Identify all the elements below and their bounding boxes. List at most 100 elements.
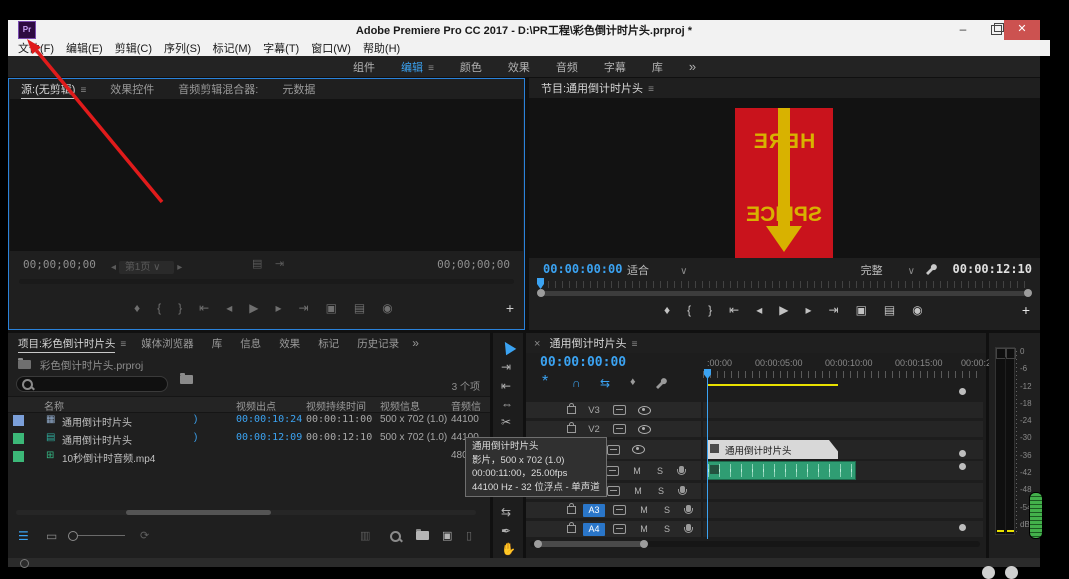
sync-lock-icon[interactable]	[606, 465, 619, 476]
timeline-hscroll-thumb[interactable]	[538, 541, 646, 547]
hand-tool[interactable]: ✋	[501, 542, 516, 556]
solo-button[interactable]: S	[662, 524, 672, 534]
slip-tool[interactable]: ⇆	[501, 505, 511, 519]
clip-name[interactable]: 通用倒计时片头	[62, 414, 132, 429]
program-time-ruler[interactable]	[541, 281, 1028, 288]
workspace-tab-editing[interactable]: 编辑 ≡	[401, 59, 434, 75]
restore-button[interactable]	[991, 23, 1004, 38]
meter-zoom-capsule[interactable]	[1029, 492, 1043, 539]
add-marker-icon[interactable]: ♦	[664, 303, 670, 317]
track-lane-a1[interactable]	[703, 461, 983, 480]
lock-icon[interactable]	[567, 422, 576, 433]
track-header-a3[interactable]: A3 M S	[526, 502, 701, 518]
track-lane-v2[interactable]	[703, 421, 983, 437]
tab-sequence[interactable]: × 通用倒计时片头 ≡	[526, 335, 649, 351]
menu-help[interactable]: 帮助(H)	[363, 40, 400, 56]
sync-lock-icon[interactable]	[613, 405, 626, 415]
list-view-button[interactable]: ☰	[18, 529, 29, 543]
track-height-handle[interactable]	[959, 463, 966, 470]
project-overflow-chevron[interactable]: »	[412, 336, 419, 350]
tab-media-browser[interactable]: 媒体浏览器	[132, 336, 203, 351]
track-height-handle[interactable]	[959, 524, 966, 531]
track-header-a4[interactable]: A4 M S	[526, 521, 701, 537]
snap-magnet-icon[interactable]: ∩	[572, 376, 581, 390]
voiceover-record-mic-icon[interactable]	[684, 505, 693, 514]
track-lane-v1[interactable]: 通用倒计时片头	[703, 440, 983, 459]
menu-file[interactable]: 文件(F)	[18, 40, 54, 56]
sort-icon[interactable]: ⟳	[140, 529, 149, 542]
label-color-chip[interactable]	[13, 415, 24, 426]
solo-button[interactable]: S	[655, 466, 665, 476]
tab-program[interactable]: 节目:通用倒计时片头 ≡	[529, 80, 666, 96]
clip-name[interactable]: 通用倒计时片头	[62, 432, 132, 447]
step-back-icon[interactable]: ◂	[756, 303, 762, 317]
source-page-selector[interactable]: ◂ 第1页 ∨ ▸	[111, 258, 182, 274]
go-to-out-icon[interactable]: ⇥	[829, 303, 839, 317]
tab-metadata[interactable]: 元数据	[270, 81, 327, 97]
mute-button[interactable]: M	[632, 466, 642, 476]
timeline-panel-menu-icon[interactable]: ≡	[632, 339, 638, 350]
track-header-v2[interactable]: V2	[526, 421, 701, 437]
project-search-input[interactable]	[16, 376, 168, 392]
track-name-a3-badge[interactable]: A3	[583, 503, 605, 517]
track-lane-a2[interactable]	[703, 483, 983, 499]
project-hscroll-thumb[interactable]	[126, 510, 271, 515]
workspace-tab-assembly[interactable]: 组件	[353, 59, 375, 75]
workspace-tab-titles[interactable]: 字幕	[604, 59, 626, 75]
track-header-v3[interactable]: V3	[526, 402, 701, 418]
mute-button[interactable]: M	[639, 505, 649, 515]
tab-markers[interactable]: 标记	[309, 336, 348, 351]
voiceover-record-mic-icon[interactable]	[677, 465, 686, 475]
sequence-tab-close-icon[interactable]: ×	[534, 338, 540, 350]
tab-libraries[interactable]: 库	[203, 336, 232, 351]
tab-source[interactable]: 源:(无剪辑) ≡	[9, 81, 98, 99]
program-zoom-select[interactable]: 适合 ∨	[627, 262, 687, 278]
export-frame-icon[interactable]: ◉	[382, 301, 392, 315]
source-button-editor-icon[interactable]: ⇥	[275, 257, 284, 270]
tab-effect-controls[interactable]: 效果控件	[98, 81, 166, 97]
step-back-icon[interactable]: ◂	[226, 301, 232, 315]
project-panel-menu-icon[interactable]: ≡	[120, 339, 126, 350]
sync-lock-icon[interactable]	[613, 524, 626, 534]
timeline-hscrollbar[interactable]	[530, 540, 980, 548]
menu-edit[interactable]: 编辑(E)	[66, 40, 103, 56]
timeline-playhead-line[interactable]	[707, 371, 708, 539]
add-marker-icon[interactable]: ♦	[134, 301, 140, 315]
icon-view-button[interactable]: ▭	[46, 529, 57, 543]
solo-button[interactable]: S	[662, 505, 672, 515]
program-scroll-handle-left[interactable]	[537, 289, 545, 297]
track-lane-a4[interactable]	[703, 521, 983, 537]
mute-button[interactable]: M	[633, 486, 643, 496]
sync-lock-icon[interactable]	[607, 486, 620, 496]
close-button[interactable]: ✕	[1004, 20, 1040, 40]
new-bin-icon[interactable]	[416, 529, 429, 543]
video-clip[interactable]: 通用倒计时片头	[707, 440, 838, 459]
source-add-button[interactable]: +	[506, 300, 514, 316]
timeline-hscroll-handle-right[interactable]	[640, 540, 648, 548]
lift-icon[interactable]: ▣	[856, 303, 867, 317]
workspace-tab-audio[interactable]: 音频	[556, 59, 578, 75]
tab-project[interactable]: 项目:彩色倒计时片头 ≡	[8, 336, 132, 353]
voiceover-record-mic-icon[interactable]	[684, 524, 693, 533]
step-forward-icon[interactable]: ▸	[275, 301, 281, 315]
program-scrollbar[interactable]	[541, 291, 1028, 296]
program-scroll-handle-right[interactable]	[1024, 289, 1032, 297]
lock-icon[interactable]	[567, 403, 576, 414]
audio-clip[interactable]	[707, 461, 856, 480]
project-hscrollbar[interactable]	[16, 510, 476, 515]
linked-selection-icon[interactable]: ⇆	[600, 376, 610, 390]
automate-to-sequence-icon[interactable]: ▥	[360, 529, 370, 542]
workspace-overflow-chevron[interactable]: »	[689, 59, 696, 74]
mark-in-icon[interactable]: {	[687, 303, 691, 317]
project-breadcrumb[interactable]: 彩色倒计时片头.prproj	[18, 358, 143, 373]
page-next-icon[interactable]: ▸	[177, 262, 182, 273]
source-scrub-bar[interactable]	[19, 279, 514, 284]
pen-tool[interactable]: ✒	[501, 524, 511, 538]
source-panel-menu-icon[interactable]: ≡	[80, 85, 86, 96]
track-lane-v3[interactable]	[703, 402, 983, 418]
timeline-hscroll-handle-left[interactable]	[534, 540, 542, 548]
track-name-v3[interactable]: V3	[583, 405, 605, 416]
track-name-a4-badge[interactable]: A4	[583, 522, 605, 536]
track-height-handle[interactable]	[959, 388, 966, 395]
track-output-eye-icon[interactable]	[638, 405, 651, 415]
